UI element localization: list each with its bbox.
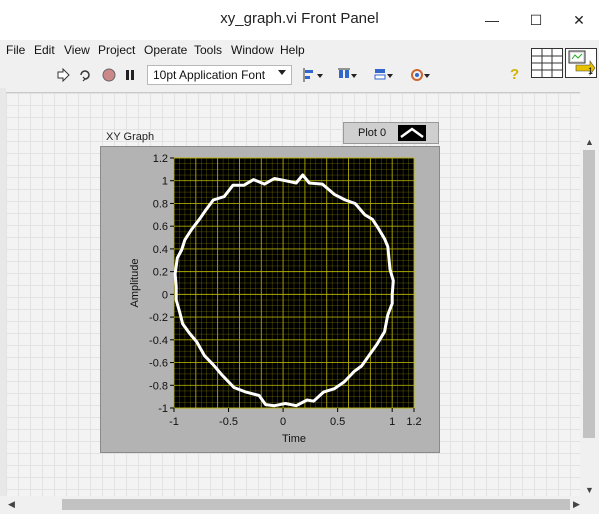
y-axis-label: Amplitude [129,259,141,308]
vi-icon-number: 1 [588,66,594,76]
y-tick-label: -0.4 [149,335,168,347]
pause-icon[interactable] [121,66,139,84]
graph-label: XY Graph [106,131,155,143]
menu-edit[interactable]: Edit [34,43,55,57]
labview-window: xy_graph.vi Front Panel — ☐ ✕ File Edit … [0,0,599,514]
distribute-objects-icon[interactable] [337,66,359,84]
menu-help[interactable]: Help [280,43,305,57]
menu-view[interactable]: View [64,43,90,57]
horizontal-scroll-thumb[interactable] [62,499,570,510]
menu-operate[interactable]: Operate [144,43,187,57]
xy-graph[interactable]: -1 -0.5 0 0.5 1 1.2 1.2 1 0.8 0.6 0.4 0.2 0 -0.2 -0.4… [100,146,440,453]
scroll-right-icon[interactable]: ▶ [573,499,580,510]
close-button[interactable]: ✕ [557,0,599,40]
y-axis-ticks: 1.2 1 0.8 0.6 0.4 0.2 0 -0.2 -0.4 -0.6 -0.8 -1 [149,153,174,415]
y-tick-label: 0.8 [153,198,168,210]
legend-line-icon [400,127,424,139]
x-tick-label: 0.5 [330,416,345,428]
y-tick-label: -0.6 [149,358,168,370]
vi-icon[interactable]: 1 [565,48,597,78]
x-tick-label: -0.5 [219,416,238,428]
menu-tools[interactable]: Tools [194,43,222,57]
x-tick-label: 0 [280,416,286,428]
x-tick-label: 1 [389,416,395,428]
y-tick-label: -0.8 [149,380,168,392]
reorder-icon[interactable] [410,66,432,84]
font-select-value: 10pt Application Font [153,68,266,82]
x-tick-label: 1.2 [406,416,421,428]
font-select[interactable]: 10pt Application Font [147,65,292,85]
legend-swatch [398,125,426,141]
menu-window[interactable]: Window [231,43,274,57]
y-tick-label: 1.2 [153,153,168,165]
resize-objects-icon[interactable] [373,66,395,84]
y-tick-label: 0.6 [153,221,168,233]
abort-icon[interactable] [100,66,118,84]
x-axis-label: Time [282,433,306,445]
title-bar: xy_graph.vi Front Panel — ☐ ✕ [0,0,599,40]
align-objects-icon[interactable] [303,66,325,84]
run-arrow-icon[interactable] [54,66,72,84]
y-tick-label: 1 [162,176,168,188]
maximize-button[interactable]: ☐ [514,0,558,40]
context-help-icon[interactable]: ? [510,66,519,83]
plot-legend[interactable]: Plot 0 [343,122,439,144]
y-tick-label: -0.2 [149,312,168,324]
minimize-button[interactable]: — [470,0,514,40]
y-tick-label: -1 [158,403,168,415]
legend-label: Plot 0 [358,127,387,139]
scroll-down-icon[interactable]: ▼ [585,485,594,495]
connector-pane[interactable] [531,48,563,78]
connector-pane-icon [532,49,562,77]
y-tick-label: 0 [162,289,168,301]
y-tick-label: 0.2 [153,267,168,279]
run-continuously-icon[interactable] [76,66,94,84]
x-axis-ticks: -1 -0.5 0 0.5 1 1.2 [169,408,422,428]
vertical-scroll-thumb[interactable] [583,150,595,438]
menu-project[interactable]: Project [98,43,135,57]
x-tick-label: -1 [169,416,179,428]
scroll-up-icon[interactable]: ▲ [585,137,594,147]
scroll-left-icon[interactable]: ◀ [8,499,15,510]
menu-bar: File Edit View Project Operate Tools Win… [0,40,599,62]
y-tick-label: 0.4 [153,244,168,256]
menu-file[interactable]: File [6,43,25,57]
chevron-down-icon [278,70,286,75]
